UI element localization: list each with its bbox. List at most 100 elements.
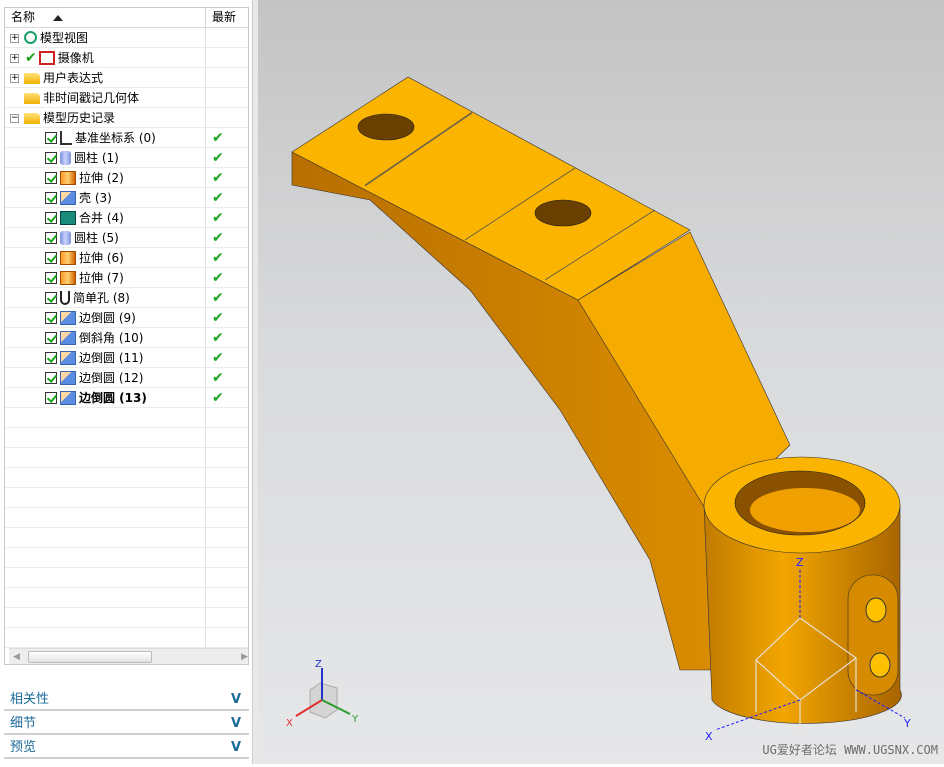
empty-row — [5, 428, 248, 448]
camera-icon — [38, 50, 55, 65]
up-to-date-check-icon: ✔ — [212, 169, 224, 186]
feature-row[interactable]: 基准坐标系 (0) ✔ — [5, 128, 248, 148]
folder-icon — [24, 73, 40, 84]
folder-icon — [24, 93, 40, 104]
visibility-checkbox[interactable] — [45, 251, 57, 264]
visibility-checkbox[interactable] — [45, 371, 57, 384]
graphics-viewport[interactable]: Z X Y Z X Y UG爱好者论坛 WWW.UGSNX.COM — [258, 0, 944, 764]
up-to-date-check-icon: ✔ — [212, 349, 224, 366]
edge-blend-icon — [60, 370, 76, 385]
chamfer-icon — [60, 330, 76, 345]
visibility-checkbox[interactable] — [45, 191, 57, 204]
wcs-z-label: Z — [796, 556, 804, 569]
triad-y-label: Y — [351, 714, 359, 725]
visibility-checkbox[interactable] — [45, 351, 57, 364]
expand-icon[interactable]: + — [10, 54, 19, 63]
triad-x-label: X — [286, 718, 293, 729]
expand-icon[interactable]: + — [10, 74, 19, 83]
tree-node[interactable]: + 用户表达式 — [5, 68, 248, 88]
wcs-y-label: Y — [903, 717, 911, 730]
up-to-date-check-icon: ✔ — [212, 309, 224, 326]
extrude-icon — [60, 250, 76, 265]
empty-row — [5, 488, 248, 508]
feature-row[interactable]: 拉伸 (2) ✔ — [5, 168, 248, 188]
chevron-down-icon[interactable]: V — [231, 713, 241, 735]
tree-node[interactable]: + 模型视图 — [5, 28, 248, 48]
cylinder-icon — [60, 230, 71, 245]
wcs-x-label: X — [705, 730, 713, 743]
empty-row — [5, 468, 248, 488]
triad-z-label: Z — [315, 659, 322, 670]
tree-node[interactable]: + ✔ 摄像机 — [5, 48, 248, 68]
scrollbar-thumb[interactable] — [28, 651, 152, 663]
feature-row[interactable]: 边倒圆 (12) ✔ — [5, 368, 248, 388]
empty-row — [5, 588, 248, 608]
empty-row — [5, 548, 248, 568]
edge-blend-icon — [60, 390, 76, 405]
feature-row[interactable]: 壳 (3) ✔ — [5, 188, 248, 208]
visibility-checkbox[interactable] — [45, 271, 57, 284]
visibility-checkbox[interactable] — [45, 391, 57, 404]
tree-node[interactable]: − 模型历史记录 — [5, 108, 248, 128]
collapse-icon[interactable]: − — [10, 114, 19, 123]
feature-row[interactable]: 倒斜角 (10) ✔ — [5, 328, 248, 348]
empty-row — [5, 528, 248, 548]
folder-open-icon — [24, 113, 40, 124]
datum-csys-icon — [60, 130, 72, 145]
scroll-right-icon[interactable]: ▶ — [241, 652, 248, 662]
up-to-date-check-icon: ✔ — [212, 189, 224, 206]
part-navigator: 名称 最新 + 模型视图 + ✔ 摄像机 + 用户表达式 非时间戳记几何体 − 模型历史记录 基准坐… — [0, 0, 252, 764]
visibility-checkbox[interactable] — [45, 211, 57, 224]
empty-row — [5, 608, 248, 628]
up-to-date-check-icon: ✔ — [212, 329, 224, 346]
feature-row[interactable]: 边倒圆 (9) ✔ — [5, 308, 248, 328]
feature-row[interactable]: 圆柱 (1) ✔ — [5, 148, 248, 168]
column-latest-header[interactable]: 最新 — [206, 8, 236, 27]
visibility-checkbox[interactable] — [45, 311, 57, 324]
up-to-date-check-icon: ✔ — [212, 129, 224, 146]
up-to-date-check-icon: ✔ — [212, 249, 224, 266]
view-triad[interactable]: Z X Y — [286, 659, 359, 729]
edge-blend-icon — [60, 310, 76, 325]
navigator-tree: 名称 最新 + 模型视图 + ✔ 摄像机 + 用户表达式 非时间戳记几何体 − 模型历史记录 基准坐… — [4, 7, 249, 665]
visibility-checkbox[interactable] — [45, 331, 57, 344]
part-model: Z X Y Z X Y — [286, 76, 911, 743]
horizontal-scrollbar[interactable]: ◀ ▶ — [9, 648, 248, 664]
visibility-checkbox[interactable] — [45, 171, 57, 184]
tree-header: 名称 最新 — [5, 8, 248, 28]
feature-row[interactable]: 合并 (4) ✔ — [5, 208, 248, 228]
panel-preview[interactable]: 预览 V — [4, 737, 249, 759]
visibility-checkbox[interactable] — [45, 131, 57, 144]
extrude-icon — [60, 270, 76, 285]
check-icon: ✔ — [25, 49, 37, 66]
chevron-down-icon[interactable]: V — [231, 737, 241, 759]
feature-row[interactable]: 简单孔 (8) ✔ — [5, 288, 248, 308]
chevron-down-icon[interactable]: V — [231, 689, 241, 711]
feature-row[interactable]: 边倒圆 (13) ✔ — [5, 388, 248, 408]
cylinder-icon — [60, 150, 71, 165]
watermark: UG爱好者论坛 WWW.UGSNX.COM — [762, 743, 938, 757]
scroll-left-icon[interactable]: ◀ — [13, 652, 20, 662]
feature-row[interactable]: 边倒圆 (11) ✔ — [5, 348, 248, 368]
empty-row — [5, 508, 248, 528]
panel-dependencies[interactable]: 相关性 V — [4, 689, 249, 711]
feature-row[interactable]: 圆柱 (5) ✔ — [5, 228, 248, 248]
empty-row — [5, 628, 248, 648]
unite-icon — [60, 210, 76, 225]
up-to-date-check-icon: ✔ — [212, 269, 224, 286]
up-to-date-check-icon: ✔ — [212, 149, 224, 166]
visibility-checkbox[interactable] — [45, 291, 57, 304]
feature-row[interactable]: 拉伸 (6) ✔ — [5, 248, 248, 268]
column-name-header[interactable]: 名称 — [5, 8, 206, 27]
plate-slot-hole — [534, 199, 592, 227]
panel-details[interactable]: 细节 V — [4, 713, 249, 735]
edge-blend-icon — [60, 350, 76, 365]
visibility-checkbox[interactable] — [45, 151, 57, 164]
feature-row[interactable]: 拉伸 (7) ✔ — [5, 268, 248, 288]
empty-row — [5, 408, 248, 428]
up-to-date-check-icon: ✔ — [212, 289, 224, 306]
visibility-checkbox[interactable] — [45, 231, 57, 244]
expand-icon[interactable]: + — [10, 34, 19, 43]
tree-node[interactable]: 非时间戳记几何体 — [5, 88, 248, 108]
up-to-date-check-icon: ✔ — [212, 389, 224, 406]
